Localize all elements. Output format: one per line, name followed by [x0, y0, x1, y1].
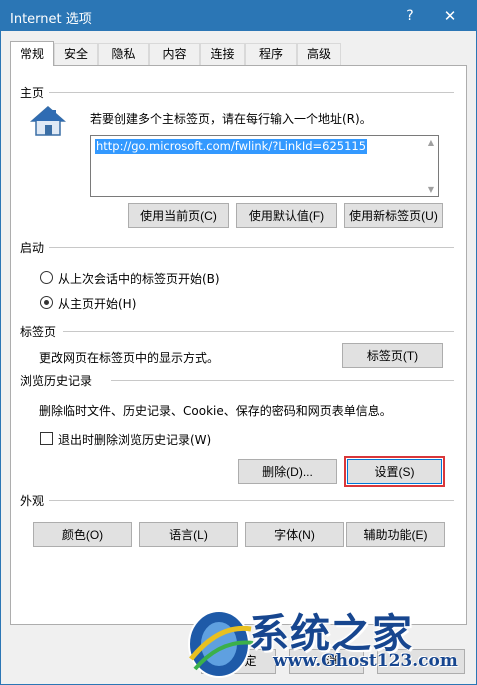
tab-privacy[interactable]: 隐私: [98, 43, 149, 65]
tab-programs[interactable]: 程序: [245, 43, 297, 65]
accessibility-button[interactable]: 辅助功能(E): [346, 522, 445, 547]
history-section-label: 浏览历史记录: [20, 372, 97, 389]
history-settings-button[interactable]: 设置(S): [344, 456, 445, 487]
startup-section-label: 启动: [20, 239, 49, 256]
divider: [63, 331, 454, 332]
use-current-button[interactable]: 使用当前页(C): [128, 203, 229, 228]
tabs-settings-button[interactable]: 标签页(T): [342, 343, 443, 368]
window-title: Internet 选项: [10, 12, 92, 27]
urls-scrollbar[interactable]: ▲ ▼: [424, 136, 438, 196]
close-icon[interactable]: ✕: [430, 1, 470, 31]
title-bar[interactable]: Internet 选项 ? ✕: [1, 1, 476, 31]
tab-security[interactable]: 安全: [54, 43, 98, 65]
divider: [49, 500, 454, 501]
startup-home-radio[interactable]: [40, 296, 53, 309]
delete-history-button[interactable]: 删除(D)...: [238, 459, 337, 484]
history-description: 删除临时文件、历史记录、Cookie、保存的密码和网页表单信息。: [39, 404, 392, 418]
watermark-url: www.Ghost123.com: [273, 651, 458, 671]
scroll-down-icon[interactable]: ▼: [424, 185, 438, 194]
tab-advanced[interactable]: 高级: [297, 43, 341, 65]
tabs-description: 更改网页在标签页中的显示方式。: [39, 351, 220, 365]
divider: [49, 92, 454, 93]
radio-selected-dot: [44, 300, 49, 305]
home-url-value: http://go.microsoft.com/fwlink/?LinkId=6…: [95, 139, 368, 154]
colors-button[interactable]: 颜色(O): [33, 522, 132, 547]
appearance-section-label: 外观: [20, 492, 49, 509]
home-page-icon: [30, 106, 66, 136]
use-default-button[interactable]: 使用默认值(F): [236, 203, 337, 228]
scroll-up-icon[interactable]: ▲: [424, 138, 438, 147]
home-section-label: 主页: [20, 84, 49, 101]
delete-on-exit-label[interactable]: 退出时删除浏览历史记录(W): [58, 431, 211, 448]
startup-last-session-radio[interactable]: [40, 271, 53, 284]
tabs-section-label: 标签页: [20, 323, 61, 340]
tab-connections[interactable]: 连接: [200, 43, 245, 65]
divider: [49, 247, 454, 248]
tab-content[interactable]: 内容: [149, 43, 200, 65]
use-new-tab-button[interactable]: 使用新标签页(U): [344, 203, 443, 228]
general-tab-panel: 主页 若要创建多个主标签页，请在每行输入一个地址(R)。 http://go.m…: [10, 65, 467, 625]
watermark: 系统之家 www.Ghost123.com: [181, 599, 476, 684]
startup-last-session-label[interactable]: 从上次会话中的标签页开始(B): [58, 270, 220, 287]
internet-options-window: Internet 选项 ? ✕ 常规 安全 隐私 内容 连接 程序 高级 主页 …: [0, 0, 477, 685]
delete-on-exit-checkbox[interactable]: [40, 432, 53, 445]
divider: [111, 380, 454, 381]
home-page-urls-input[interactable]: http://go.microsoft.com/fwlink/?LinkId=6…: [90, 135, 439, 197]
tab-general[interactable]: 常规: [10, 41, 54, 66]
languages-button[interactable]: 语言(L): [139, 522, 238, 547]
startup-home-label[interactable]: 从主页开始(H): [58, 295, 136, 312]
help-icon[interactable]: ?: [390, 1, 430, 31]
fonts-button[interactable]: 字体(N): [245, 522, 344, 547]
home-instruction: 若要创建多个主标签页，请在每行输入一个地址(R)。: [90, 112, 372, 126]
